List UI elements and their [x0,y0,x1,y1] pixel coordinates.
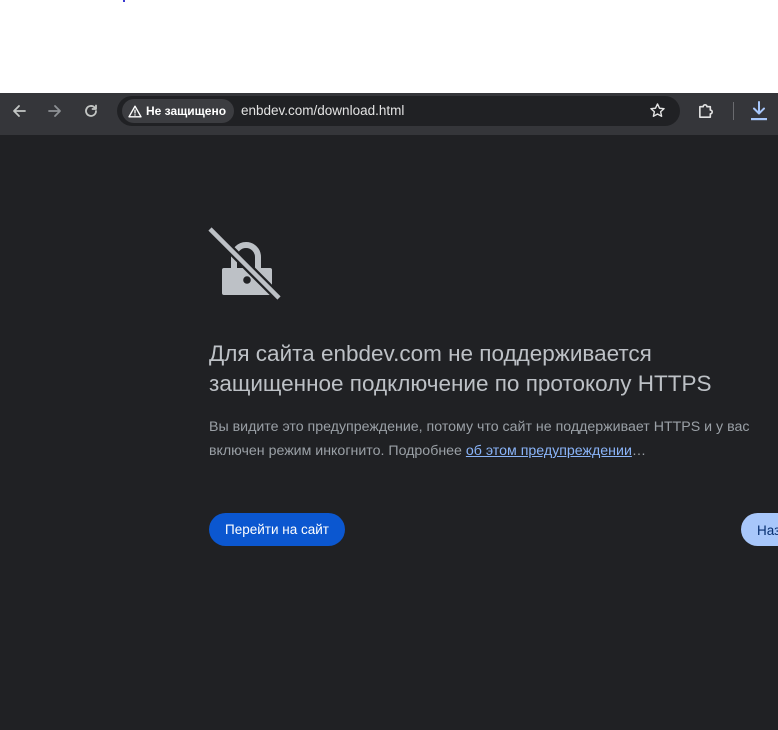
back-button[interactable] [1,93,37,129]
page-heading: Для сайта enbdev.com не поддерживается з… [209,341,712,396]
lock-crossed-icon [208,227,282,301]
address-bar[interactable]: Не защищено enbdev.com/download.html [117,96,680,126]
reload-button[interactable] [73,93,109,129]
toolbar-separator [733,102,734,120]
browser-toolbar: Не защищено enbdev.com/download.html [0,93,778,135]
page-description: Вы видите это предупреждение, потому что… [209,415,778,463]
url-text[interactable]: enbdev.com/download.html [241,103,404,118]
security-chip-label: Не защищено [146,104,227,118]
top-white-area [0,0,778,93]
proceed-button[interactable]: Перейти на сайт [209,513,345,546]
reload-icon [85,104,97,117]
download-icon[interactable] [749,100,769,122]
learn-more-link[interactable]: об этом предупреждении [466,443,632,459]
stray-dot [123,0,125,2]
warning-icon [128,105,142,117]
puzzle-icon[interactable] [697,101,716,120]
star-icon[interactable] [649,102,666,119]
arrow-left-icon [13,105,26,117]
description-ellipsis: … [631,443,647,459]
back-to-safety-button[interactable]: Назад [741,513,778,546]
arrow-right-icon [48,105,61,117]
forward-button[interactable] [37,93,73,129]
security-chip[interactable]: Не защищено [122,99,235,123]
interstitial-page: Для сайта enbdev.com не поддерживается з… [0,135,778,730]
